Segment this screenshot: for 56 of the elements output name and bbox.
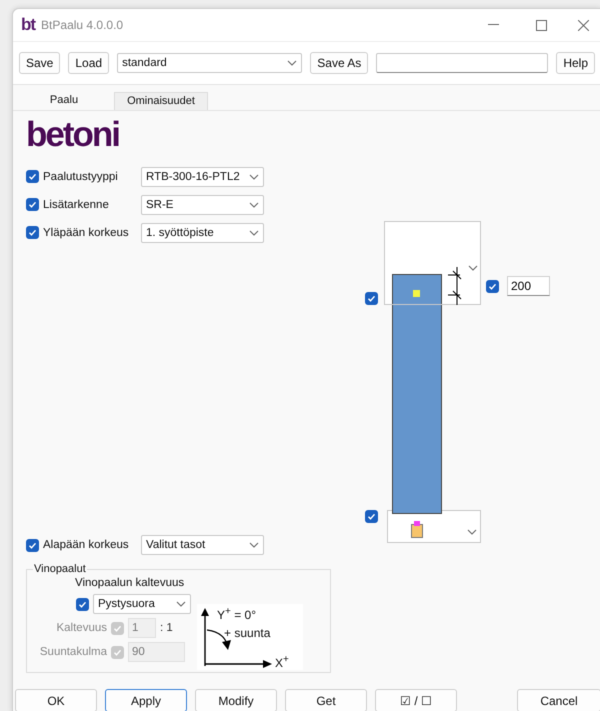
top-level-dropdown[interactable]: [384, 220, 481, 305]
chevron-down-icon: [287, 60, 298, 66]
checkbox[interactable]: [365, 292, 378, 305]
pile-head-drawing: [392, 274, 442, 304]
chevron-down-icon: [249, 174, 259, 180]
field-label: Lisätarkenne: [43, 198, 110, 211]
field-label: Paalutustyyppi: [43, 170, 119, 183]
profile-dropdown[interactable]: standard: [117, 52, 302, 73]
name-field[interactable]: [376, 52, 548, 73]
setting-dropdown[interactable]: Valitut tasot: [141, 535, 264, 555]
dialog-button[interactable]: Apply: [105, 689, 187, 711]
chevron-down-icon: [467, 528, 477, 535]
axis-label: Y$^{+}$ = 0°: [217, 606, 256, 622]
field-label: Yläpään korkeus: [43, 226, 130, 239]
cancel-button[interactable]: Cancel: [517, 689, 600, 711]
ratio-suffix: : 1: [160, 622, 173, 634]
checkbox[interactable]: [365, 510, 378, 523]
group-heading: Vinopaalun kaltevuus: [75, 577, 186, 589]
checkbox[interactable]: [76, 598, 89, 610]
dialog-button[interactable]: Modify: [195, 689, 277, 711]
dialog-button[interactable]: Get: [285, 689, 367, 711]
setting-dropdown[interactable]: RTB-300-16-PTL2: [141, 166, 264, 187]
app-logo: bt: [21, 15, 36, 35]
window-title: BtPaalu 4.0.0.0: [41, 18, 124, 32]
save-button[interactable]: Save: [19, 52, 60, 74]
checkbox[interactable]: [26, 170, 39, 184]
axes-drawing: [201, 608, 273, 668]
setting-dropdown[interactable]: SR-E: [141, 194, 264, 215]
save-as-button[interactable]: Save As: [310, 52, 368, 74]
offset-field[interactable]: 200: [507, 276, 550, 296]
minimize-icon[interactable]: [488, 24, 498, 26]
help-button[interactable]: Help: [556, 52, 595, 74]
dialog-button[interactable]: OK: [15, 689, 97, 711]
checkbox[interactable]: [26, 538, 39, 552]
field-label: Suuntakulma: [38, 646, 107, 658]
checkbox[interactable]: [26, 198, 39, 212]
checkbox[interactable]: [26, 226, 39, 240]
brand-logo: betoni: [26, 118, 120, 151]
chevron-down-icon: [249, 542, 259, 548]
mode-dropdown[interactable]: Pystysuora: [93, 594, 191, 614]
group-legend: Vinopaalut: [33, 563, 87, 575]
field-label: Kaltevuus: [55, 622, 107, 634]
chevron-down-icon: [249, 202, 259, 208]
close-icon[interactable]: [578, 20, 588, 30]
dialog-button[interactable]: ☑ / ☐: [375, 689, 457, 711]
field-label: Alapään korkeus: [43, 539, 130, 551]
tab[interactable]: Ominaisuudet: [114, 92, 208, 110]
chevron-down-icon: [176, 601, 186, 607]
load-button[interactable]: Load: [68, 52, 110, 74]
maximize-icon[interactable]: [536, 20, 546, 30]
axis-label: X$^{+}$: [275, 654, 289, 670]
chevron-down-icon: [249, 230, 259, 236]
axis-label: + suunta: [224, 626, 270, 640]
chevron-down-icon: [468, 264, 478, 271]
checkbox[interactable]: [486, 280, 499, 293]
setting-dropdown[interactable]: 1. syöttöpiste: [141, 222, 264, 243]
